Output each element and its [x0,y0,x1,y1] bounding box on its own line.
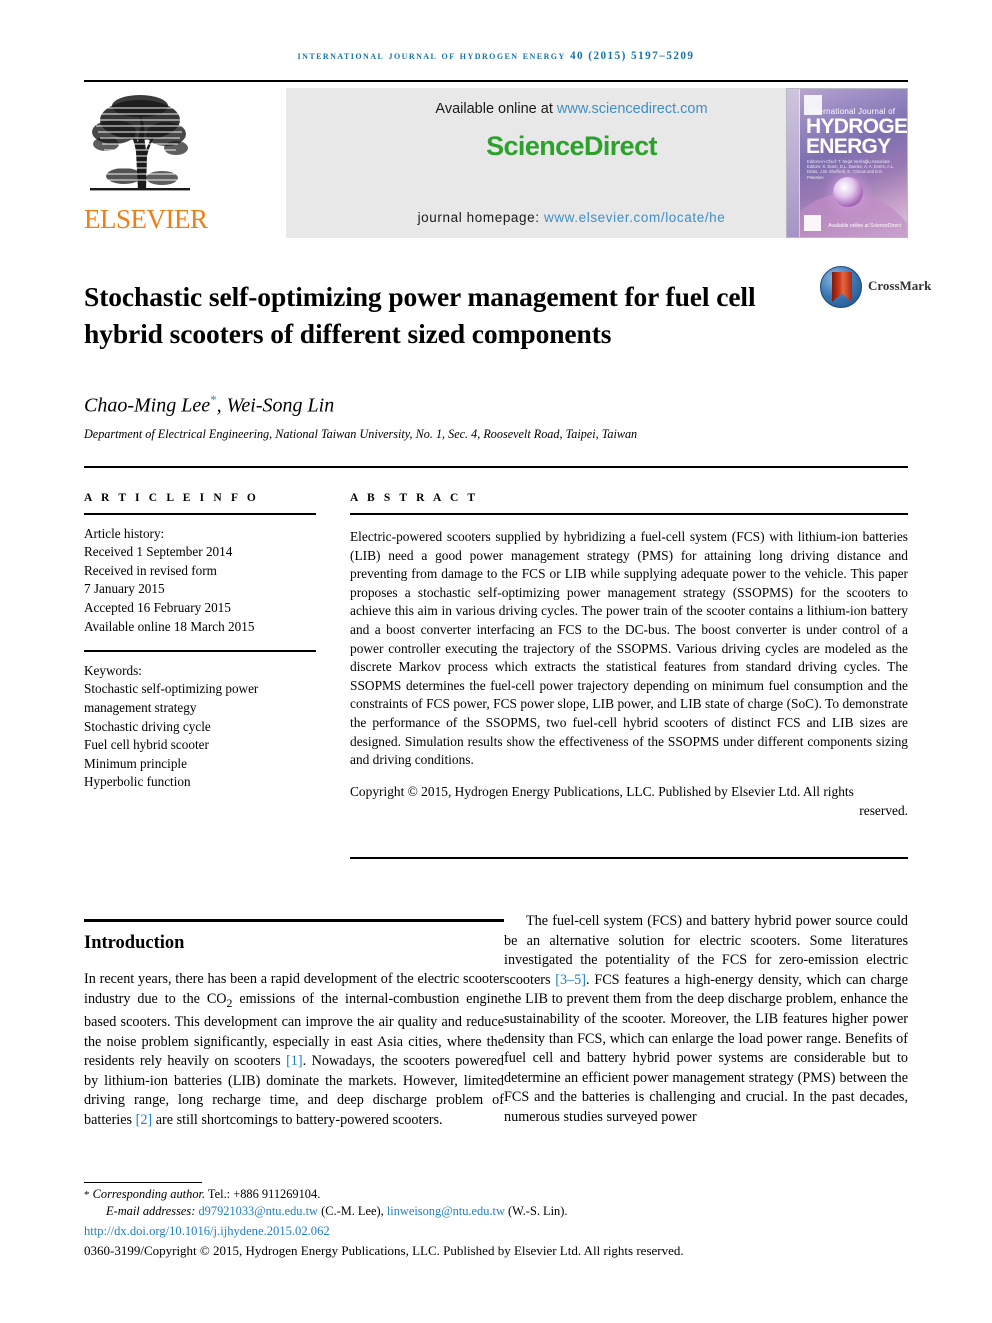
journal-homepage-link[interactable]: www.elsevier.com/locate/he [544,210,725,225]
keyword-item: Stochastic self-optimizing power [84,681,259,697]
page-title: Stochastic self-optimizing power managem… [84,281,756,350]
article-history-label: Article history: [84,525,165,541]
email-owner-1: (C.-M. Lee), [321,1204,384,1219]
keywords-rule [84,650,316,652]
corresponding-author-tel: Tel.: +886 911269104. [205,1187,321,1201]
elsevier-tree-icon [84,90,196,202]
citation-link-3[interactable]: [3–5] [555,972,586,988]
author-secondary: , Wei-Song Lin [216,394,335,417]
keyword-item: Hyperbolic function [84,774,191,790]
article-history-item: Available online 18 March 2015 [84,618,255,634]
intro-right-text-b: . FCS features a high-energy density, wh… [504,971,908,1125]
abstract-column: A B S T R A C T Electric-powered scooter… [350,492,908,834]
article-history-item: Accepted 16 February 2015 [84,599,231,615]
abstract-bottom-rule [350,857,908,859]
introduction-heading: Introduction [84,933,185,953]
journal-homepage-line: journal homepage: www.elsevier.com/locat… [286,210,857,225]
introduction-top-rule [84,919,504,922]
abstract-rule [350,513,908,515]
abstract-copyright-main: Copyright © 2015, Hydrogen Energy Public… [350,784,854,800]
intro-left-text-d: are still shortcomings to battery-powere… [152,1111,443,1128]
article-history-item: Received 1 September 2014 [84,544,233,560]
email-owner-2: (W.-S. Lin). [508,1204,568,1219]
footnote-block: * Corresponding author. Tel.: +886 91126… [84,1186,908,1220]
corresponding-author-label: Corresponding author. [92,1187,206,1201]
abstract-heading: A B S T R A C T [350,492,479,504]
available-online-line: Available online at www.sciencedirect.co… [286,101,857,117]
email-link-1[interactable]: d97921033@ntu.edu.tw [198,1204,317,1218]
cover-hei-logo-icon [804,215,821,231]
elsevier-logo-block: ELSEVIER [84,88,208,238]
keyword-item: management strategy [84,699,197,715]
available-online-prefix: Available online at [435,101,557,117]
crossmark-ribbon-icon [832,272,852,302]
journal-homepage-prefix: journal homepage: [417,210,544,225]
keyword-item: Minimum principle [84,755,187,771]
masthead: ELSEVIER Available online at www.science… [84,88,908,238]
abstract-copyright: Copyright © 2015, Hydrogen Energy Public… [350,783,908,820]
email-link-2[interactable]: linweisong@ntu.edu.tw [387,1204,505,1218]
introduction-paragraph-left: In recent years, there has been a rapid … [84,970,504,1131]
cover-editors: Editors-in-Chief: T. Nejat Veziroğlu Ass… [807,159,895,180]
article-info-heading: A R T I C L E I N F O [84,492,259,504]
email-addresses-note: E-mail addresses: d97921033@ntu.edu.tw (… [84,1203,908,1219]
sciencedirect-panel: Available online at www.sciencedirect.co… [286,88,857,238]
corresponding-author-star: * [84,1189,90,1201]
cover-sciencedirect-mark: Available online at ScienceDirect [828,223,901,229]
author-list: Chao-Ming Lee*, Wei-Song Lin [84,392,904,418]
citation-link-1[interactable]: [1] [286,1053,303,1069]
abstract-body: Electric-powered scooters supplied by hy… [350,528,908,768]
running-head: International Journal of Hydrogen Energy… [297,50,695,62]
journal-cover-image: International Journal of HYDROGEN ENERGY… [786,88,908,238]
affiliation: Department of Electrical Engineering, Na… [84,427,638,441]
body-column-left: Introduction In recent years, there has … [84,925,504,1131]
crossmark-circle-icon [820,266,862,308]
article-history-item: 7 January 2015 [84,581,165,597]
abstract-copyright-tail: reserved. [859,802,908,818]
cover-title-energy: ENERGY [806,135,891,158]
body-column-right: The fuel-cell system (FCS) and battery h… [504,912,908,1128]
citation-link-2[interactable]: [2] [136,1112,153,1128]
keyword-item: Fuel cell hybrid scooter [84,737,209,753]
crossmark-label: CrossMark [868,278,932,293]
keyword-item: Stochastic driving cycle [84,718,211,734]
masthead-top-rule [84,80,908,82]
issn-copyright-line: 0360-3199/Copyright © 2015, Hydrogen Ene… [84,1243,684,1258]
journal-article-page: International Journal of Hydrogen Energy… [0,0,992,1323]
article-history-item: Received in revised form [84,562,217,578]
footnote-rule [84,1182,202,1183]
article-info-rule [84,513,316,515]
keywords-block: Keywords: Stochastic self-optimizing pow… [84,662,316,792]
email-addresses-label: E-mail addresses: [106,1204,196,1219]
elsevier-wordmark: ELSEVIER [84,204,208,234]
sciencedirect-logo[interactable]: ScienceDirect [286,131,857,162]
keywords-label: Keywords: [84,662,142,678]
cover-spine [787,89,800,237]
doi-link[interactable]: http://dx.doi.org/10.1016/j.ijhydene.201… [84,1224,330,1239]
cover-title-hydrogen: HYDROGEN [806,115,908,138]
sciencedirect-url-link[interactable]: www.sciencedirect.com [557,101,708,117]
article-info-column: A R T I C L E I N F O Article history: R… [84,492,316,792]
introduction-paragraph-right: The fuel-cell system (FCS) and battery h… [504,912,908,1128]
author-primary: Chao-Ming Lee [84,394,211,417]
article-history-block: Article history: Received 1 September 20… [84,525,316,637]
corresponding-author-note: * Corresponding author. Tel.: +886 91126… [84,1186,908,1203]
header-bottom-rule [84,466,908,468]
crossmark-badge[interactable]: CrossMark [820,266,931,310]
cover-orb-graphic [833,177,863,207]
